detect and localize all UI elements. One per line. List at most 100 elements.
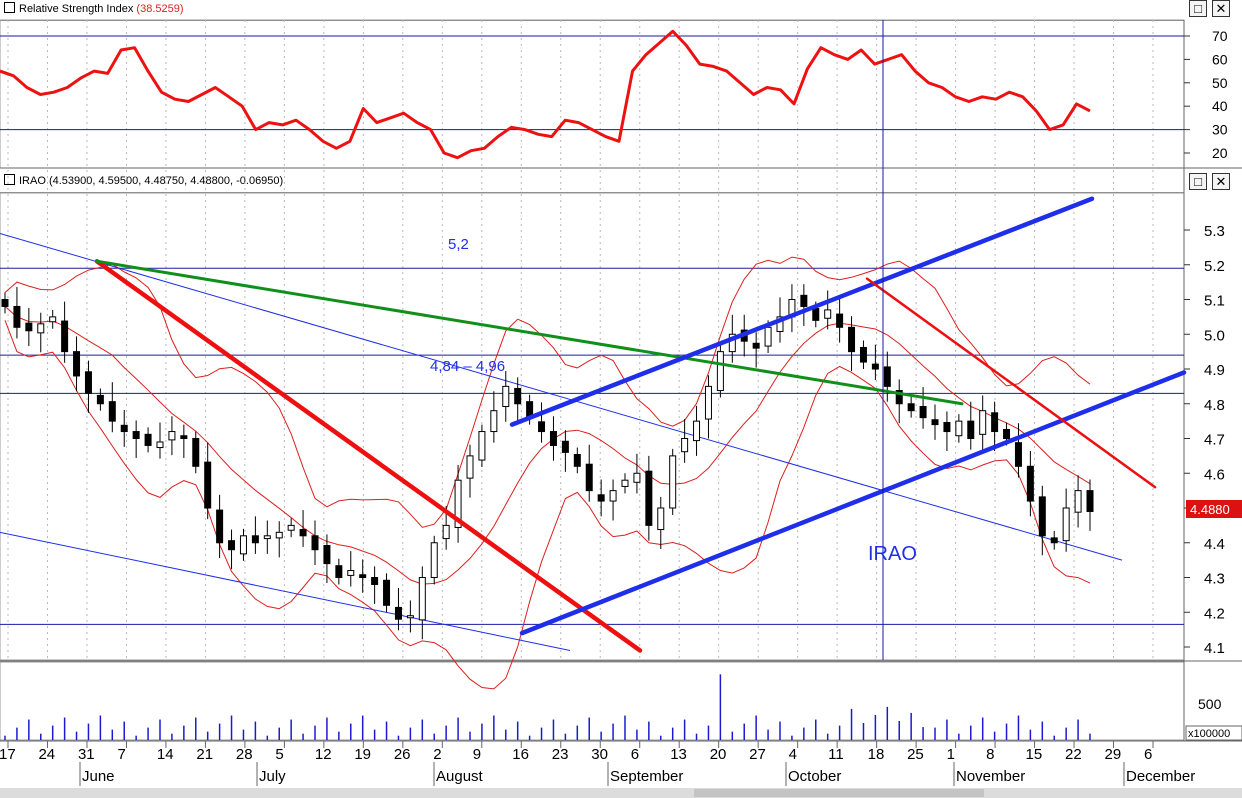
x-day-label: 6 <box>631 746 639 763</box>
rsi-tick-label: 60 <box>1212 51 1228 67</box>
candle-body <box>1050 537 1058 544</box>
rsi-tick-label: 70 <box>1212 28 1228 44</box>
green-trend-line <box>95 259 964 406</box>
candle-body <box>883 366 891 387</box>
x-month-label: September <box>610 768 683 785</box>
stock-chart[interactable]: 706050403020 5.35.25.15.04.94.84.74.64.5… <box>0 0 1242 788</box>
candle-body <box>13 305 21 328</box>
candle-body <box>299 529 307 537</box>
x-day-label: 2 <box>433 746 441 763</box>
candle-body <box>752 342 760 349</box>
rsi-tick-label: 30 <box>1212 122 1228 138</box>
x-axis-days: 17 24 31 7 14 21 28 5 12 19 26 2 9 16 23 30 6 13 20 27 4 11 18… <box>0 746 1152 763</box>
x-day-label: 14 <box>157 746 174 763</box>
candle-body <box>490 410 498 433</box>
candle-body <box>478 431 486 461</box>
candle-body <box>1014 442 1022 467</box>
candle-body <box>716 351 724 392</box>
price-tick-label: 4.6 <box>1204 466 1225 483</box>
candle-body <box>61 320 69 353</box>
x-month-label: July <box>259 768 286 785</box>
annotation-level-5-2: 5,2 <box>448 236 469 253</box>
price-tick-label: 4.9 <box>1204 362 1225 379</box>
candle-body <box>37 323 45 334</box>
rsi-tick-label: 40 <box>1212 98 1228 114</box>
x-day-label: 11 <box>828 746 844 763</box>
lower-band <box>4 320 1091 690</box>
x-month-label: December <box>1126 768 1195 785</box>
candle-body <box>132 431 140 439</box>
horizontal-scrollbar[interactable] <box>0 788 1242 798</box>
candle-body <box>538 421 546 433</box>
candle-body <box>96 394 104 405</box>
candle-body <box>347 570 355 576</box>
candle-body <box>156 441 164 449</box>
red-resistance-line <box>865 277 1157 489</box>
x-day-label: 6 <box>1144 746 1152 763</box>
x-day-label: 28 <box>236 746 253 763</box>
candle-body <box>1086 490 1094 512</box>
x-day-label: 8 <box>986 746 994 763</box>
candle-body <box>907 403 915 412</box>
candle-body <box>836 313 844 328</box>
candle-body <box>645 470 653 526</box>
x-day-label: 9 <box>473 746 481 763</box>
x-month-label: November <box>956 768 1025 785</box>
candle-body <box>430 542 438 578</box>
x-day-label: 31 <box>78 746 95 763</box>
x-day-label: 4 <box>789 746 797 763</box>
candle-body <box>466 455 474 479</box>
candle-body <box>383 579 391 606</box>
x-day-label: 19 <box>354 746 371 763</box>
x-day-label: 21 <box>196 746 213 763</box>
x-day-label: 1 <box>947 746 955 763</box>
candle-body <box>418 577 426 621</box>
candle-body <box>108 401 116 422</box>
x-day-label: 23 <box>552 746 569 763</box>
candle-body <box>323 545 331 565</box>
x-month-label: June <box>82 768 115 785</box>
x-day-label: 24 <box>38 746 55 763</box>
candle-body <box>120 424 128 433</box>
trend-lines[interactable] <box>94 196 1187 653</box>
candle-body <box>573 453 581 467</box>
candle-body <box>25 322 33 332</box>
rsi-line <box>0 29 1091 160</box>
price-tick-label: 5.0 <box>1204 327 1225 344</box>
x-month-label: August <box>436 768 484 785</box>
candle-body <box>693 420 701 442</box>
x-day-label: 12 <box>315 746 332 763</box>
x-axis-months: June July August September October November De… <box>79 762 1195 786</box>
candle-body <box>1074 490 1082 513</box>
candle-body <box>919 406 927 419</box>
candle-body <box>859 346 867 363</box>
candle-body <box>669 455 677 509</box>
candle-body <box>49 316 57 323</box>
candle-body <box>228 540 236 551</box>
price-tick-label: 5.2 <box>1204 258 1225 275</box>
scrollbar-thumb[interactable] <box>694 789 984 797</box>
candle-body <box>871 363 879 370</box>
candle-body <box>239 535 247 555</box>
candle-body <box>549 431 557 446</box>
x-day-label: 18 <box>868 746 885 763</box>
candle-body <box>1026 465 1034 502</box>
x-day-label: 25 <box>907 746 924 763</box>
candle-body <box>192 438 200 467</box>
candle-body <box>633 472 641 483</box>
x-day-label: 17 <box>0 746 16 763</box>
candle-body <box>204 461 212 509</box>
rsi-tick-label: 50 <box>1212 75 1228 91</box>
candle-body <box>764 326 772 347</box>
candle-body <box>1003 428 1011 439</box>
volume-bars <box>4 674 1091 740</box>
x-day-label: 16 <box>512 746 529 763</box>
candle-body <box>1062 507 1070 542</box>
x-day-label: 7 <box>117 746 125 763</box>
candle-body <box>621 479 629 487</box>
candle-body <box>311 535 319 551</box>
candle-body <box>704 385 712 420</box>
rsi-level-lines <box>0 35 1184 131</box>
candle-body <box>335 565 343 578</box>
volume-tick-label: 500 <box>1198 696 1222 712</box>
